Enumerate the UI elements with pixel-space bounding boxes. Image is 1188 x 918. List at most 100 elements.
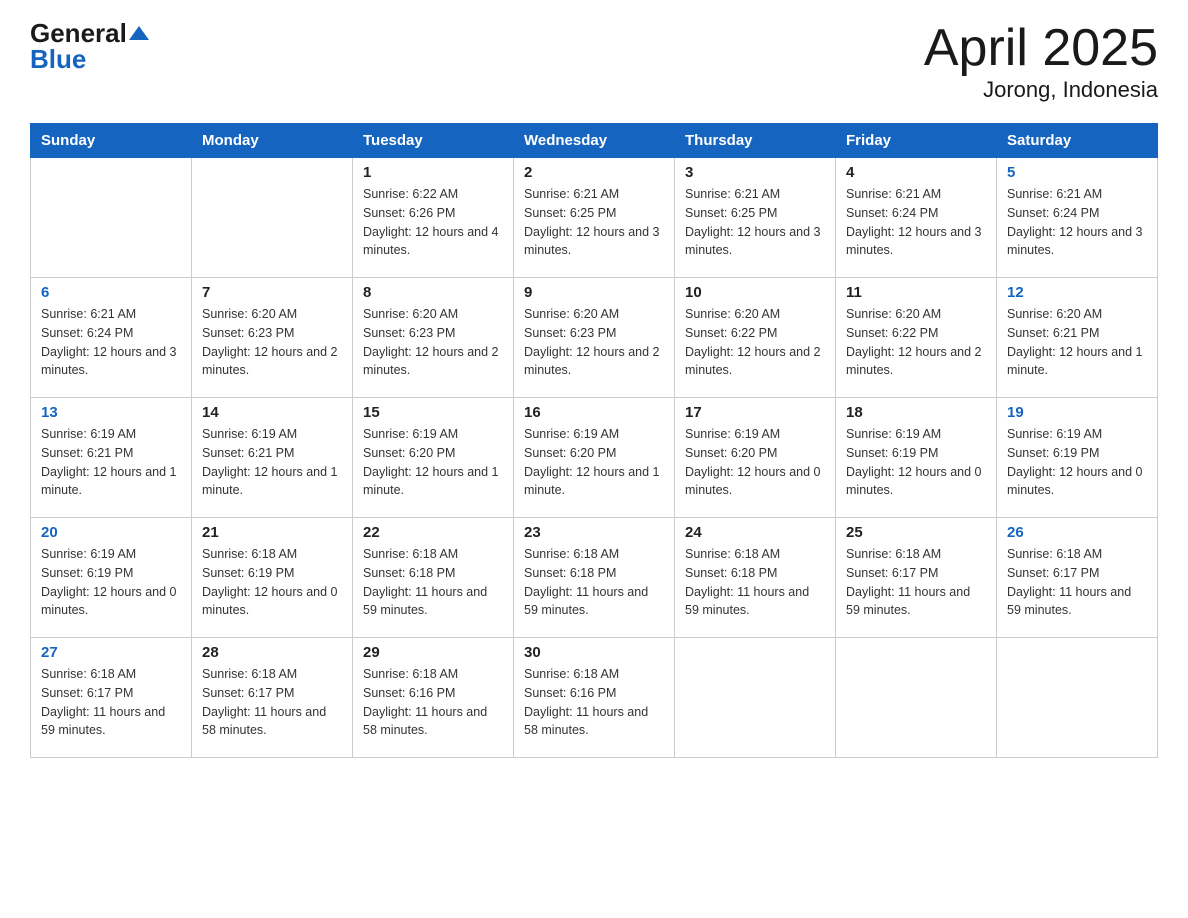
day-header-thursday: Thursday (675, 124, 836, 158)
day-number: 19 (1007, 404, 1147, 421)
day-number: 10 (685, 284, 825, 301)
calendar-cell: 13 Sunrise: 6:19 AMSunset: 6:21 PMDayligh… (31, 398, 192, 518)
day-header-tuesday: Tuesday (353, 124, 514, 158)
day-header-saturday: Saturday (997, 124, 1158, 158)
day-info: Sunrise: 6:20 AMSunset: 6:22 PMDaylight:… (685, 305, 825, 380)
calendar-cell: 23 Sunrise: 6:18 AMSunset: 6:18 PMDayligh… (514, 518, 675, 638)
calendar-table: SundayMondayTuesdayWednesdayThursdayFrid… (30, 123, 1158, 758)
day-header-wednesday: Wednesday (514, 124, 675, 158)
day-number: 24 (685, 524, 825, 541)
calendar-week-row: 20 Sunrise: 6:19 AMSunset: 6:19 PMDayligh… (31, 518, 1158, 638)
calendar-cell (31, 158, 192, 278)
day-number: 3 (685, 164, 825, 181)
day-header-friday: Friday (836, 124, 997, 158)
day-info: Sunrise: 6:19 AMSunset: 6:20 PMDaylight:… (524, 425, 664, 500)
calendar-cell: 10 Sunrise: 6:20 AMSunset: 6:22 PMDayligh… (675, 278, 836, 398)
day-info: Sunrise: 6:20 AMSunset: 6:21 PMDaylight:… (1007, 305, 1147, 380)
calendar-cell (192, 158, 353, 278)
day-info: Sunrise: 6:21 AMSunset: 6:24 PMDaylight:… (846, 185, 986, 260)
day-info: Sunrise: 6:18 AMSunset: 6:19 PMDaylight:… (202, 545, 342, 620)
logo-triangle-icon (129, 26, 149, 40)
calendar-cell: 15 Sunrise: 6:19 AMSunset: 6:20 PMDayligh… (353, 398, 514, 518)
day-number: 23 (524, 524, 664, 541)
day-number: 13 (41, 404, 181, 421)
day-number: 4 (846, 164, 986, 181)
day-info: Sunrise: 6:19 AMSunset: 6:19 PMDaylight:… (41, 545, 181, 620)
day-info: Sunrise: 6:21 AMSunset: 6:25 PMDaylight:… (524, 185, 664, 260)
day-info: Sunrise: 6:18 AMSunset: 6:16 PMDaylight:… (524, 665, 664, 740)
day-number: 2 (524, 164, 664, 181)
day-info: Sunrise: 6:21 AMSunset: 6:24 PMDaylight:… (41, 305, 181, 380)
calendar-cell: 14 Sunrise: 6:19 AMSunset: 6:21 PMDayligh… (192, 398, 353, 518)
day-info: Sunrise: 6:18 AMSunset: 6:18 PMDaylight:… (685, 545, 825, 620)
calendar-cell: 4 Sunrise: 6:21 AMSunset: 6:24 PMDaylight… (836, 158, 997, 278)
calendar-cell: 30 Sunrise: 6:18 AMSunset: 6:16 PMDayligh… (514, 638, 675, 758)
day-number: 5 (1007, 164, 1147, 181)
calendar-cell: 24 Sunrise: 6:18 AMSunset: 6:18 PMDayligh… (675, 518, 836, 638)
day-number: 15 (363, 404, 503, 421)
day-number: 9 (524, 284, 664, 301)
day-info: Sunrise: 6:18 AMSunset: 6:18 PMDaylight:… (363, 545, 503, 620)
day-info: Sunrise: 6:18 AMSunset: 6:16 PMDaylight:… (363, 665, 503, 740)
calendar-cell (675, 638, 836, 758)
day-info: Sunrise: 6:22 AMSunset: 6:26 PMDaylight:… (363, 185, 503, 260)
calendar-cell: 9 Sunrise: 6:20 AMSunset: 6:23 PMDaylight… (514, 278, 675, 398)
calendar-cell (836, 638, 997, 758)
logo: General Blue (30, 20, 149, 73)
day-info: Sunrise: 6:19 AMSunset: 6:21 PMDaylight:… (202, 425, 342, 500)
day-number: 29 (363, 644, 503, 661)
day-info: Sunrise: 6:19 AMSunset: 6:21 PMDaylight:… (41, 425, 181, 500)
calendar-cell: 20 Sunrise: 6:19 AMSunset: 6:19 PMDayligh… (31, 518, 192, 638)
calendar-cell: 18 Sunrise: 6:19 AMSunset: 6:19 PMDayligh… (836, 398, 997, 518)
day-info: Sunrise: 6:18 AMSunset: 6:18 PMDaylight:… (524, 545, 664, 620)
calendar-cell: 19 Sunrise: 6:19 AMSunset: 6:19 PMDayligh… (997, 398, 1158, 518)
day-number: 28 (202, 644, 342, 661)
calendar-cell: 22Sunrise: 6:18 AMSunset: 6:18 PMDayligh… (353, 518, 514, 638)
calendar-week-row: 1Sunrise: 6:22 AMSunset: 6:26 PMDaylight… (31, 158, 1158, 278)
day-number: 25 (846, 524, 986, 541)
day-info: Sunrise: 6:21 AMSunset: 6:25 PMDaylight:… (685, 185, 825, 260)
day-info: Sunrise: 6:19 AMSunset: 6:19 PMDaylight:… (846, 425, 986, 500)
day-info: Sunrise: 6:20 AMSunset: 6:23 PMDaylight:… (363, 305, 503, 380)
calendar-cell: 29 Sunrise: 6:18 AMSunset: 6:16 PMDayligh… (353, 638, 514, 758)
calendar-cell: 6Sunrise: 6:21 AMSunset: 6:24 PMDaylight… (31, 278, 192, 398)
day-number: 30 (524, 644, 664, 661)
day-info: Sunrise: 6:18 AMSunset: 6:17 PMDaylight:… (846, 545, 986, 620)
calendar-cell: 28 Sunrise: 6:18 AMSunset: 6:17 PMDayligh… (192, 638, 353, 758)
calendar-cell (997, 638, 1158, 758)
calendar-cell: 8 Sunrise: 6:20 AMSunset: 6:23 PMDaylight… (353, 278, 514, 398)
day-number: 27 (41, 644, 181, 661)
day-number: 12 (1007, 284, 1147, 301)
day-number: 18 (846, 404, 986, 421)
day-number: 7 (202, 284, 342, 301)
page-header: General Blue April 2025 Jorong, Indonesi… (30, 20, 1158, 103)
day-info: Sunrise: 6:18 AMSunset: 6:17 PMDaylight:… (202, 665, 342, 740)
day-info: Sunrise: 6:20 AMSunset: 6:23 PMDaylight:… (524, 305, 664, 380)
calendar-week-row: 6Sunrise: 6:21 AMSunset: 6:24 PMDaylight… (31, 278, 1158, 398)
calendar-cell: 7 Sunrise: 6:20 AMSunset: 6:23 PMDaylight… (192, 278, 353, 398)
day-number: 20 (41, 524, 181, 541)
day-number: 16 (524, 404, 664, 421)
day-number: 8 (363, 284, 503, 301)
calendar-week-row: 13 Sunrise: 6:19 AMSunset: 6:21 PMDayligh… (31, 398, 1158, 518)
calendar-cell: 11Sunrise: 6:20 AMSunset: 6:22 PMDayligh… (836, 278, 997, 398)
day-info: Sunrise: 6:21 AMSunset: 6:24 PMDaylight:… (1007, 185, 1147, 260)
title-block: April 2025 Jorong, Indonesia (924, 20, 1158, 103)
page-subtitle: Jorong, Indonesia (924, 77, 1158, 103)
day-info: Sunrise: 6:19 AMSunset: 6:20 PMDaylight:… (363, 425, 503, 500)
calendar-cell: 17 Sunrise: 6:19 AMSunset: 6:20 PMDayligh… (675, 398, 836, 518)
calendar-cell: 25 Sunrise: 6:18 AMSunset: 6:17 PMDayligh… (836, 518, 997, 638)
day-info: Sunrise: 6:19 AMSunset: 6:19 PMDaylight:… (1007, 425, 1147, 500)
day-number: 26 (1007, 524, 1147, 541)
day-info: Sunrise: 6:18 AMSunset: 6:17 PMDaylight:… (41, 665, 181, 740)
calendar-week-row: 27 Sunrise: 6:18 AMSunset: 6:17 PMDayligh… (31, 638, 1158, 758)
day-info: Sunrise: 6:20 AMSunset: 6:23 PMDaylight:… (202, 305, 342, 380)
day-number: 17 (685, 404, 825, 421)
day-number: 14 (202, 404, 342, 421)
day-header-sunday: Sunday (31, 124, 192, 158)
day-header-monday: Monday (192, 124, 353, 158)
calendar-cell: 16 Sunrise: 6:19 AMSunset: 6:20 PMDayligh… (514, 398, 675, 518)
calendar-cell: 3 Sunrise: 6:21 AMSunset: 6:25 PMDaylight… (675, 158, 836, 278)
calendar-cell: 21Sunrise: 6:18 AMSunset: 6:19 PMDayligh… (192, 518, 353, 638)
day-info: Sunrise: 6:19 AMSunset: 6:20 PMDaylight:… (685, 425, 825, 500)
